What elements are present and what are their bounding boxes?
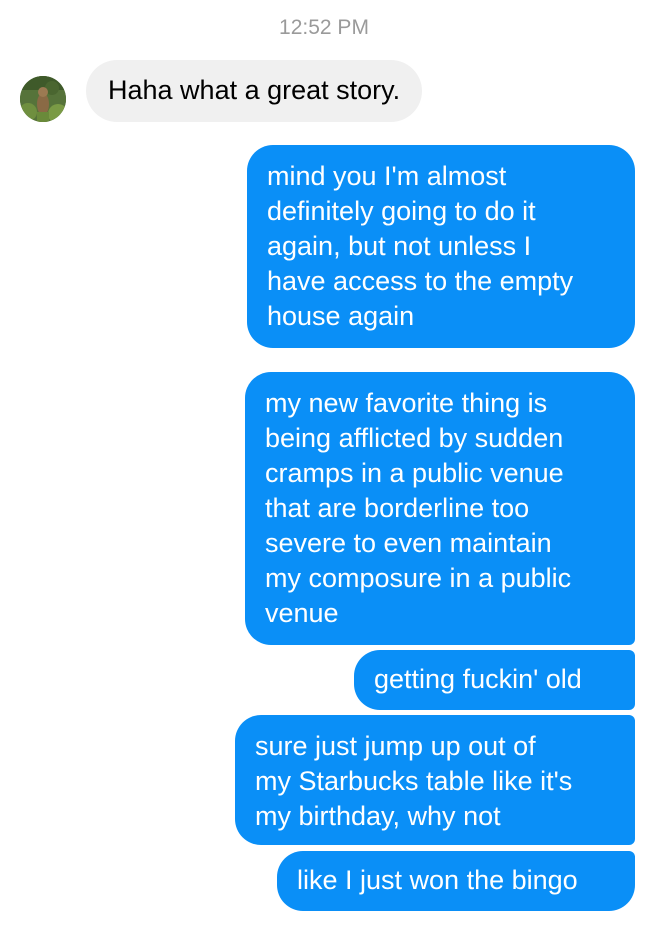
sent-message[interactable]: like I just won the bingo [277,851,635,911]
sent-message[interactable]: sure just jump up out of my Starbucks ta… [235,715,635,845]
sent-message[interactable]: my new favorite thing is being afflicted… [245,372,635,645]
sent-message[interactable]: mind you I'm almost definitely going to … [247,145,635,348]
contact-avatar[interactable] [20,76,66,122]
sent-message[interactable]: getting fuckin' old [354,650,635,710]
received-message[interactable]: Haha what a great story. [86,60,423,122]
message-timestamp: 12:52 PM [279,16,369,39]
contact-avatar-photo-icon [20,76,66,122]
